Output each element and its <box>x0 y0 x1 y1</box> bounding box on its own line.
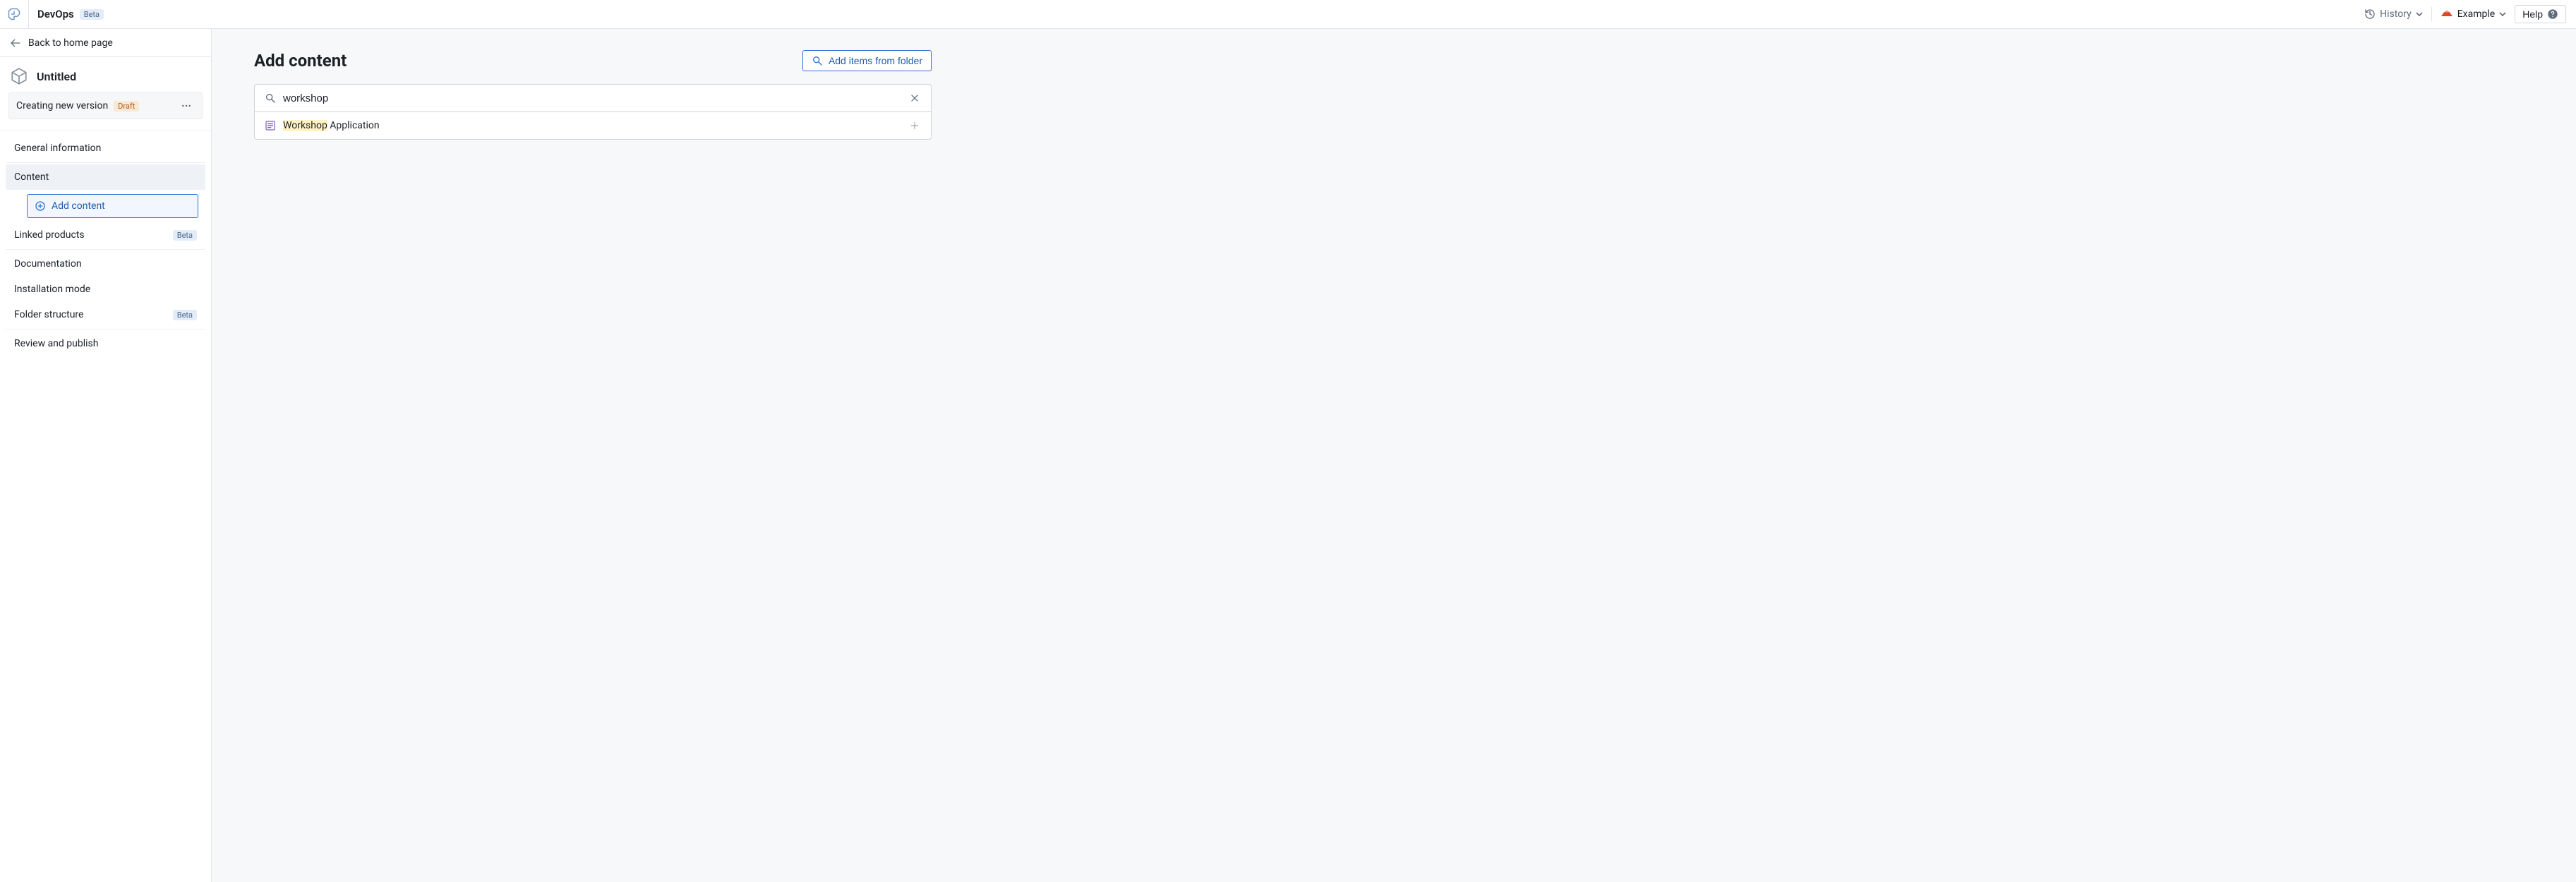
nav-label: Installation mode <box>14 284 90 295</box>
nav-linked-products[interactable]: Linked products Beta <box>6 222 205 248</box>
version-label: Creating new version <box>16 100 108 111</box>
search-box <box>254 84 932 112</box>
topbar: DevOps Beta History <box>0 0 2576 29</box>
folder-button-label: Add items from folder <box>829 55 922 66</box>
more-horizontal-icon <box>181 100 192 111</box>
nav-add-content-button[interactable]: Add content <box>27 194 198 218</box>
help-label: Help <box>2522 8 2543 20</box>
devops-icon <box>7 7 21 21</box>
nav-separator <box>6 329 205 330</box>
nav-label: Linked products <box>14 229 85 241</box>
account-label: Example <box>2457 8 2495 20</box>
divider <box>2431 7 2432 21</box>
result-rest: Application <box>327 120 380 131</box>
result-match: Workshop <box>283 120 327 131</box>
search-icon <box>265 92 276 104</box>
help-button[interactable]: Help <box>2515 5 2566 23</box>
nav-documentation[interactable]: Documentation <box>6 251 205 277</box>
back-label: Back to home page <box>28 37 113 49</box>
main-inner: Add content Add items from folder <box>254 50 932 140</box>
topbar-right: History Example Help <box>2364 5 2576 23</box>
chevron-down-icon <box>2416 11 2423 18</box>
version-menu-button[interactable] <box>178 99 195 113</box>
plus-icon <box>910 121 920 131</box>
search-results: Workshop Application <box>254 112 932 140</box>
workshop-app-icon <box>265 120 276 131</box>
nav-label: Review and publish <box>14 338 98 349</box>
package-icon <box>10 67 28 85</box>
result-label: Workshop Application <box>283 120 380 131</box>
nav-separator <box>6 249 205 250</box>
nav-label: General information <box>14 143 101 154</box>
add-content-label: Add content <box>52 200 105 212</box>
back-link[interactable]: Back to home page <box>0 29 211 57</box>
account-dropdown[interactable]: Example <box>2440 8 2506 20</box>
main: Add content Add items from folder <box>212 29 2576 882</box>
nav-folder-structure[interactable]: Folder structure Beta <box>6 302 205 327</box>
chevron-down-icon <box>2499 11 2506 18</box>
search-icon <box>812 55 823 66</box>
result-row[interactable]: Workshop Application <box>255 112 931 139</box>
nav-general[interactable]: General information <box>6 135 205 161</box>
beta-badge: Beta <box>80 9 104 20</box>
plus-circle-icon <box>35 200 46 212</box>
draft-badge: Draft <box>114 101 139 111</box>
main-header: Add content Add items from folder <box>254 50 932 71</box>
history-dropdown[interactable]: History <box>2364 8 2423 20</box>
arrow-left-icon <box>10 37 21 49</box>
product-title: Untitled <box>37 70 76 83</box>
clear-search-button[interactable] <box>908 92 921 104</box>
nav-content[interactable]: Content <box>6 164 205 190</box>
nav-list: General information Content Add content … <box>0 133 211 359</box>
topbar-left: DevOps Beta <box>0 0 104 29</box>
nav-separator <box>6 162 205 163</box>
nav-label: Folder structure <box>14 309 83 320</box>
close-icon <box>910 93 920 103</box>
page-title: Add content <box>254 51 347 71</box>
hardhat-icon <box>2440 8 2453 20</box>
beta-badge: Beta <box>173 310 197 320</box>
product-header: Untitled <box>0 57 211 92</box>
app-title: DevOps <box>37 8 74 20</box>
app-logo[interactable] <box>0 0 29 29</box>
result-add-button[interactable] <box>908 119 921 132</box>
history-icon <box>2364 8 2376 20</box>
body: Back to home page Untitled Creating new … <box>0 29 2576 882</box>
history-label: History <box>2380 8 2412 20</box>
sidebar: Back to home page Untitled Creating new … <box>0 29 212 882</box>
nav-label: Content <box>14 171 49 183</box>
add-from-folder-button[interactable]: Add items from folder <box>802 50 932 71</box>
nav-installation[interactable]: Installation mode <box>6 277 205 302</box>
nav-review[interactable]: Review and publish <box>6 331 205 356</box>
help-icon <box>2547 8 2558 20</box>
beta-badge: Beta <box>173 230 197 241</box>
search-input[interactable] <box>283 92 901 104</box>
nav-label: Documentation <box>14 258 82 270</box>
version-row[interactable]: Creating new version Draft <box>8 92 203 119</box>
